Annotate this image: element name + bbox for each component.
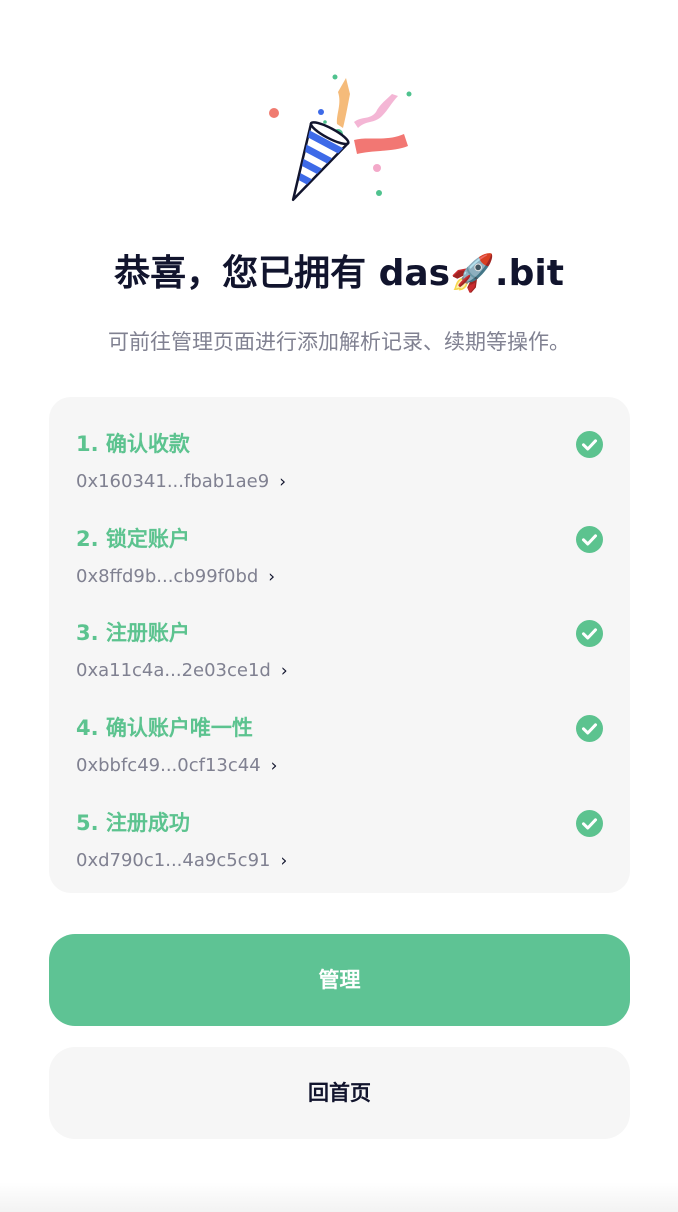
step-confirm-uniqueness: 4. 确认账户唯一性 0xbbfc49...0cf13c44 ›	[49, 681, 630, 776]
tx-hash: 0xbbfc49...0cf13c44	[76, 755, 261, 776]
manage-button[interactable]: 管理	[49, 934, 630, 1026]
step-lock-account: 2. 锁定账户 0x8ffd9b...cb99f0bd ›	[49, 492, 630, 587]
registration-steps-card: 1. 确认收款 0x160341...fbab1ae9 › 2. 锁定账户 0x8…	[49, 397, 630, 893]
tx-hash: 0xa11c4a...2e03ce1d	[76, 660, 271, 681]
step-title: 2. 锁定账户	[76, 527, 190, 551]
tx-hash: 0xd790c1...4a9c5c91	[76, 850, 271, 871]
tx-hash: 0x8ffd9b...cb99f0bd	[76, 566, 259, 587]
check-circle-icon	[576, 810, 603, 837]
check-circle-icon	[576, 431, 603, 458]
check-circle-icon	[576, 715, 603, 742]
tx-hash: 0x160341...fbab1ae9	[76, 471, 270, 492]
step-registration-success: 5. 注册成功 0xd790c1...4a9c5c91 ›	[49, 776, 630, 871]
step-title: 5. 注册成功	[76, 811, 190, 835]
step-title: 4. 确认账户唯一性	[76, 716, 253, 740]
page-title: 恭喜，您已拥有 das🚀.bit	[114, 253, 564, 294]
step-register-account: 3. 注册账户 0xa11c4a...2e03ce1d ›	[49, 586, 630, 681]
party-popper-icon	[269, 74, 412, 202]
tx-hash-link[interactable]: 0xd790c1...4a9c5c91 ›	[76, 846, 287, 876]
step-title: 1. 确认收款	[76, 432, 190, 456]
back-home-button[interactable]: 回首页	[49, 1047, 630, 1139]
step-title: 3. 注册账户	[76, 621, 190, 645]
check-circle-icon	[576, 526, 603, 553]
bottom-bar-shadow	[0, 1182, 678, 1212]
check-circle-icon	[576, 620, 603, 647]
chevron-right-icon: ›	[280, 851, 288, 871]
step-confirm-payment: 1. 确认收款 0x160341...fbab1ae9 ›	[49, 397, 630, 492]
page-subtitle: 可前往管理页面进行添加解析记录、续期等操作。	[108, 330, 570, 354]
